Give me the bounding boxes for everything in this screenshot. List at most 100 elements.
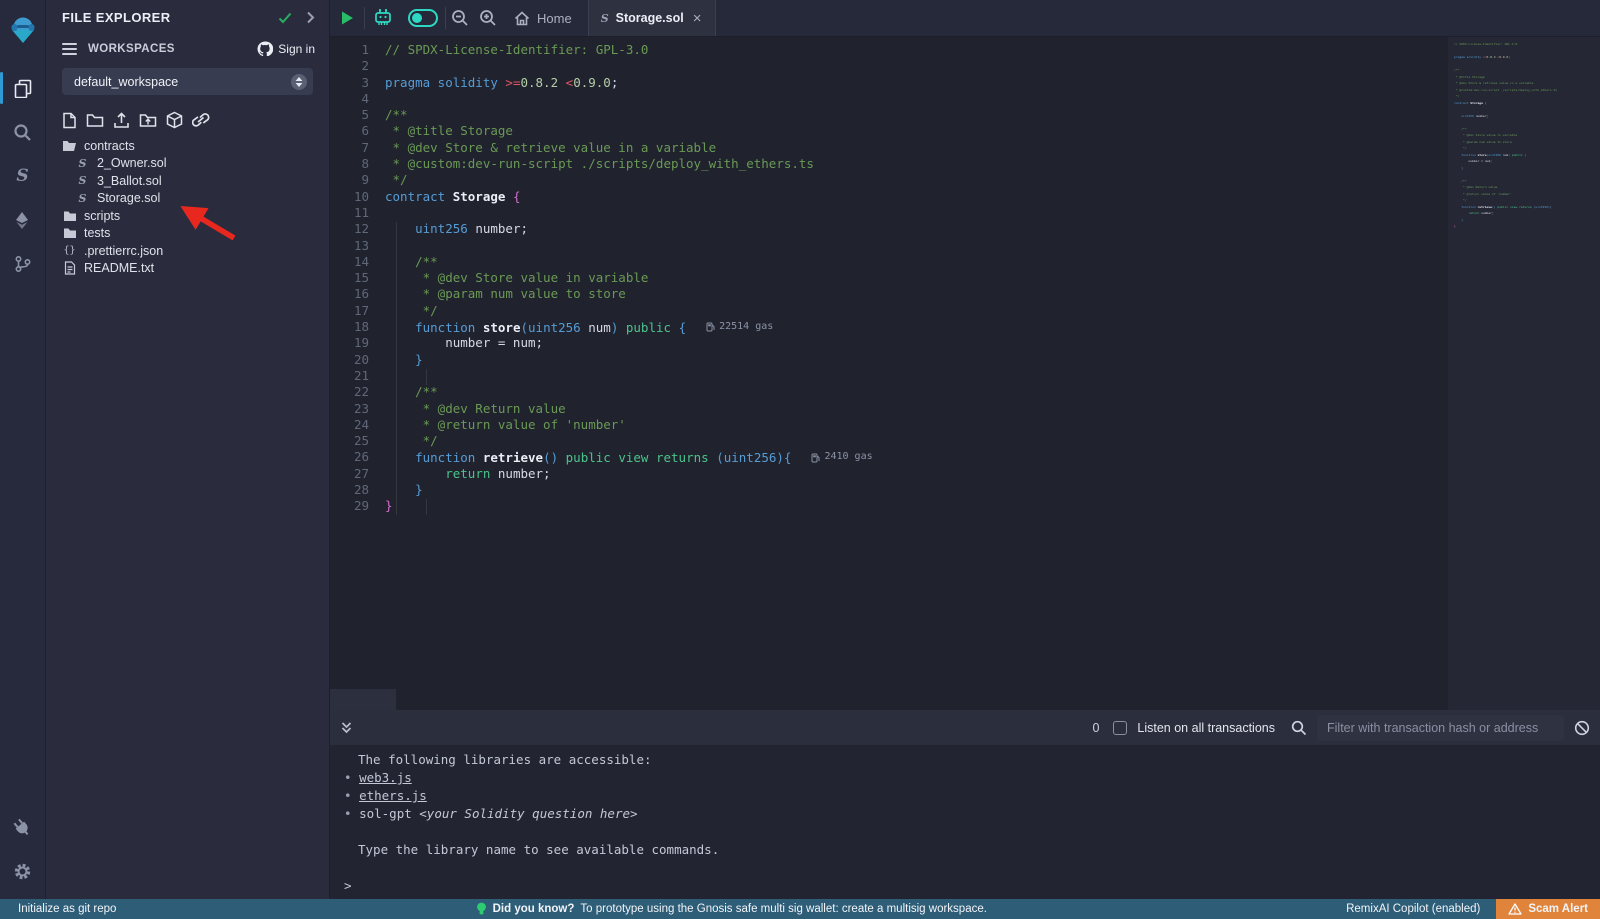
tree-item-label: scripts [84,209,120,223]
code-line-5: 5/** [330,107,873,123]
tab-home[interactable]: Home [502,0,588,36]
sidebar-item-file-explorer[interactable] [0,66,46,110]
tip-label: Did you know? [493,903,575,915]
library-link[interactable]: web3.js [359,770,412,785]
code-line-8: * @custom:dev-run-script ./scripts/deplo… [1454,87,1558,94]
tree-item-label: Storage.sol [97,191,160,205]
tree-item-readme-txt[interactable]: README.txt [46,260,329,278]
code-line-25: 25 */ [330,433,873,449]
code-line-4: 4 [330,91,873,107]
transaction-filter-input[interactable] [1317,715,1564,741]
editor-topbar: Home S Storage.sol × [330,0,1600,37]
line-number: 18 [330,319,385,335]
file-tree: contractsS2_Owner.sol S 3_Ballot.sol S Stora… [46,135,329,277]
tab-storage-sol[interactable]: S Storage.sol × [588,0,717,36]
line-number: 22 [330,384,385,400]
code-line-27: 27 return number; [330,466,873,482]
file-icon [62,261,77,275]
terminal-output[interactable]: The following libraries are accessible:•… [330,745,1600,899]
tree-item-2-owner-sol[interactable]: S2_Owner.sol [46,155,329,173]
tree-item-tests[interactable]: tests [46,225,329,243]
copilot-status[interactable]: RemixAI Copilot (enabled) [1346,903,1480,915]
scam-alert-button[interactable]: Scam Alert [1496,899,1600,919]
cube-icon[interactable] [166,111,183,129]
transaction-count: 0 [1092,721,1099,735]
ban-icon[interactable] [1574,720,1590,736]
code-line-19: 19 number = num; [330,335,873,351]
workspace-select[interactable]: default_workspace [62,68,313,95]
tree-item-label: tests [84,226,110,240]
upload-folder-icon[interactable] [139,112,157,128]
warning-triangle-icon [1508,903,1522,915]
sidebar-item-deploy-run[interactable] [0,198,46,242]
copilot-toggle[interactable] [401,0,445,36]
code-line-20: 20 } [330,352,873,368]
settings-gear-icon[interactable] [0,849,46,893]
close-icon[interactable]: × [691,9,704,28]
new-folder-icon[interactable] [86,112,104,128]
upload-file-icon[interactable] [113,112,130,129]
gas-estimate-badge: 2410 gas [811,449,872,465]
sidebar-item-search[interactable] [0,110,46,154]
status-bar: Initialize as git repo Did you know? To … [0,899,1600,919]
code-line-8: 8 * @custom:dev-run-script ./scripts/dep… [330,156,873,172]
solidity-icon: S [75,175,90,186]
code-line-1: 1// SPDX-License-Identifier: GPL-3.0 [330,42,873,58]
terminal-header: 0 Listen on all transactions [330,710,1600,745]
solidity-icon: S [601,13,609,24]
init-git-repo-button[interactable]: Initialize as git repo [0,903,116,915]
tree-item-label: 3_Ballot.sol [97,174,162,188]
code-line-18: 18 function store(uint256 num) public {2… [330,319,873,335]
run-script-button[interactable] [330,0,364,36]
sidebar-item-solidity-compiler[interactable]: S [0,154,46,198]
tree-item-contracts[interactable]: contracts [46,137,329,155]
plugin-manager-icon[interactable] [0,805,46,849]
tree-item-label: README.txt [84,261,154,275]
tree-item-scripts[interactable]: scripts [46,207,329,225]
line-number: 21 [330,368,385,384]
line-number: 1 [330,42,385,58]
code-editor[interactable]: 1// SPDX-License-Identifier: GPL-3.023pr… [330,37,1600,710]
github-signin-button[interactable]: Sign in [257,41,315,56]
tree-item-3-ballot-sol[interactable]: S 3_Ballot.sol [46,172,329,190]
new-file-icon[interactable] [62,112,77,129]
remix-logo[interactable] [0,8,46,52]
tree-item--prettierrc-json[interactable]: {}.prettierrc.json [46,242,329,260]
zoom-out-icon[interactable] [446,0,474,36]
line-number: 19 [330,335,385,351]
listen-checkbox[interactable] [1113,721,1127,735]
code-line-29: 29} [330,498,873,514]
chevron-right-icon[interactable] [306,11,315,24]
tree-item-storage-sol[interactable]: S Storage.sol [46,190,329,208]
line-number: 7 [330,140,385,156]
line-number: 17 [330,303,385,319]
workspace-selected-value: default_workspace [74,75,178,89]
line-number: 23 [330,401,385,417]
tip-text: To prototype using the Gnosis safe multi… [580,903,987,915]
line-number: 5 [330,107,385,123]
terminal-collapse-icon[interactable] [340,721,353,735]
library-link[interactable]: ethers.js [359,788,427,803]
line-number: 15 [330,270,385,286]
code-line-9: 9 */ [330,172,873,188]
code-line-10: 10contract Storage { [330,189,873,205]
workspaces-menu-icon[interactable] [62,43,77,55]
sidebar-item-git[interactable] [0,242,46,286]
terminal-library-sol-gpt: • sol-gpt <your Solidity question here> [344,805,1600,823]
code-line-6: 6 * @title Storage [330,123,873,139]
remix-ide-window: S [0,0,1600,919]
solidity-icon: S [75,193,90,204]
line-number: 8 [330,156,385,172]
braces-icon: {} [62,245,77,256]
minimap[interactable]: // SPDX-License-Identifier: GPL-3.0pragm… [1454,41,1558,230]
horizontal-scrollbar[interactable] [330,689,396,710]
link-icon[interactable] [192,112,210,128]
line-number: 9 [330,172,385,188]
code-line-11: 11 [330,205,873,221]
workspace-caret-icon [291,74,307,90]
remixai-robot-icon[interactable] [365,0,401,36]
line-number: 14 [330,254,385,270]
zoom-in-icon[interactable] [474,0,502,36]
file-explorer-panel: FILE EXPLORER WORKSPACES Sign in default… [46,0,330,899]
line-number: 2 [330,58,385,74]
